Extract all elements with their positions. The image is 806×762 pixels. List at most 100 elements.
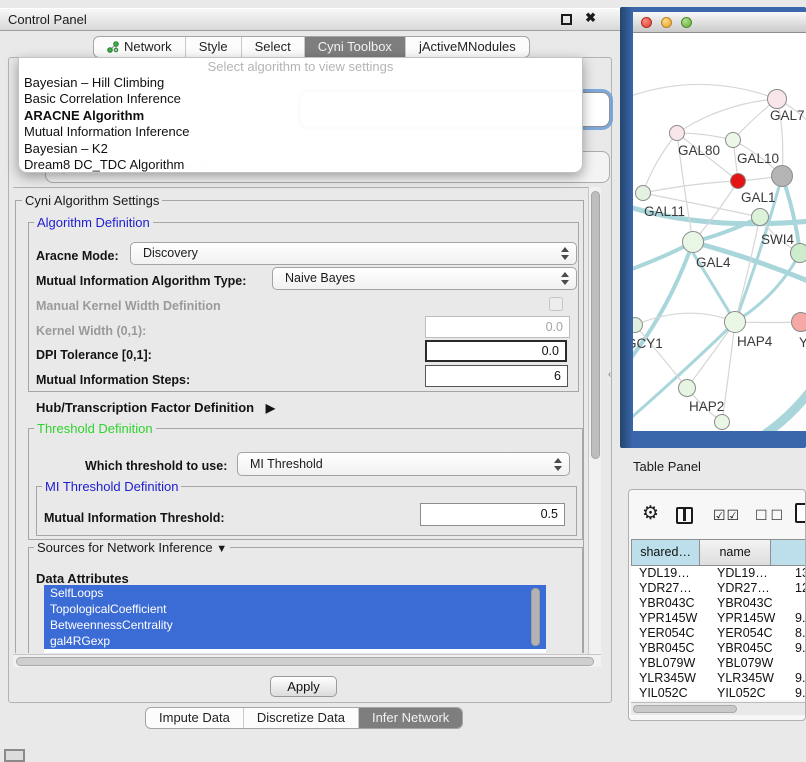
apply-button[interactable]: Apply bbox=[270, 676, 337, 697]
network-node[interactable] bbox=[751, 208, 769, 226]
network-node[interactable] bbox=[714, 414, 730, 430]
mi-type-value: Naive Bayes bbox=[285, 271, 355, 285]
node-label-gal7: GAL7 bbox=[770, 108, 805, 123]
network-node[interactable] bbox=[678, 379, 696, 397]
which-threshold-label: Which threshold to use: bbox=[85, 459, 227, 473]
network-node[interactable] bbox=[730, 173, 746, 189]
algorithm-option-aracne-algorithm[interactable]: ARACNE Algorithm bbox=[19, 108, 582, 124]
table-horizontal-scrollbar[interactable] bbox=[631, 702, 805, 715]
column-header-extra[interactable] bbox=[771, 539, 806, 566]
network-node[interactable] bbox=[791, 312, 806, 332]
tab-infer-network[interactable]: Infer Network bbox=[358, 708, 462, 728]
network-node[interactable] bbox=[724, 311, 746, 333]
algorithm-option-dream8-dc-tdc-algorithm[interactable]: Dream8 DC_TDC Algorithm bbox=[19, 157, 582, 173]
cell: YLR345W bbox=[639, 671, 705, 686]
table-row[interactable]: YPR145WYPR145W9. bbox=[631, 611, 806, 626]
tab-label: Infer Network bbox=[372, 708, 449, 728]
cell: YBR045C bbox=[717, 641, 783, 656]
table-panel: ⚙ ☑☑ ☐☐ shared…name YDL19…YDL19…13YDR27…… bbox=[628, 489, 806, 721]
table-row[interactable]: YER054CYER054C8. bbox=[631, 626, 806, 641]
algorithm-option-basic-correlation-inference[interactable]: Basic Correlation Inference bbox=[19, 91, 582, 107]
attribute-list-scrollbar[interactable] bbox=[531, 588, 540, 646]
cell: 9. bbox=[795, 671, 806, 686]
node-label-gal80: GAL80 bbox=[678, 143, 720, 158]
network-node[interactable] bbox=[725, 132, 741, 148]
which-threshold-select[interactable]: MI Threshold bbox=[237, 452, 570, 476]
tab-select[interactable]: Select bbox=[241, 37, 304, 57]
vertical-scrollbar-thumb[interactable] bbox=[591, 191, 600, 459]
import-table-icon[interactable] bbox=[795, 503, 806, 523]
table-row[interactable]: YDL19…YDL19…13 bbox=[631, 566, 806, 581]
node-label-swi4: SWI4 bbox=[761, 232, 794, 247]
kernel-width-label: Kernel Width (0,1): bbox=[36, 324, 146, 338]
control-panel-titlebar: Control Panel ✖ bbox=[0, 8, 620, 31]
table-row[interactable]: YBL079WYBL079W bbox=[631, 656, 806, 671]
node-label-gal11: GAL11 bbox=[644, 204, 685, 219]
network-node[interactable] bbox=[682, 231, 704, 253]
algorithm-option-bayesian-hill-climbing[interactable]: Bayesian – Hill Climbing bbox=[19, 75, 582, 91]
aracne-mode-select[interactable]: Discovery bbox=[130, 242, 577, 265]
table-row[interactable]: YIL052CYIL052C9. bbox=[631, 686, 806, 700]
network-node[interactable] bbox=[771, 165, 793, 187]
minimize-traffic-light[interactable] bbox=[661, 17, 672, 28]
expand-right-icon[interactable]: ▶ bbox=[266, 401, 275, 415]
table-header: shared…name bbox=[631, 539, 806, 566]
hub-definition-toggle[interactable]: Hub/Transcription Factor Definition ▶ bbox=[36, 400, 275, 415]
tab-discretize-data[interactable]: Discretize Data bbox=[243, 708, 358, 728]
network-window-titlebar[interactable] bbox=[633, 12, 806, 33]
cell: YBL079W bbox=[717, 656, 783, 671]
mi-threshold-field[interactable]: 0.5 bbox=[420, 503, 565, 526]
table-row[interactable]: YBR043C YBR043C bbox=[631, 596, 806, 611]
tab-label: jActiveMNodules bbox=[419, 37, 516, 57]
column-layout-icon[interactable] bbox=[676, 507, 693, 524]
tab-label: Network bbox=[124, 37, 172, 57]
deselect-all-checkboxes-icon[interactable]: ☐☐ bbox=[755, 507, 786, 524]
close-traffic-light[interactable] bbox=[641, 17, 652, 28]
column-header-shared[interactable]: shared… bbox=[631, 539, 700, 566]
expand-down-icon[interactable]: ▼ bbox=[216, 543, 227, 555]
tab-impute-data[interactable]: Impute Data bbox=[146, 708, 243, 728]
cell: YPR145W bbox=[639, 611, 705, 626]
network-view[interactable]: GAL7GAL80GAL10GAL1GAL11SWI4GAL4GCY1HAP4Y… bbox=[633, 33, 806, 431]
table-row[interactable]: YBR045CYBR045C9. bbox=[631, 641, 806, 656]
mi-steps-field[interactable]: 6 bbox=[425, 365, 568, 387]
horizontal-scrollbar-thumb[interactable] bbox=[16, 657, 594, 666]
zoom-traffic-light[interactable] bbox=[681, 17, 692, 28]
network-node[interactable] bbox=[669, 125, 685, 141]
algorithm-option-mutual-information-inference[interactable]: Mutual Information Inference bbox=[19, 124, 582, 140]
tab-cyni-toolbox[interactable]: Cyni Toolbox bbox=[304, 37, 405, 57]
sources-group-title[interactable]: Sources for Network Inference ▼ bbox=[34, 540, 230, 555]
tab-network[interactable]: Network bbox=[94, 37, 185, 57]
mi-algorithm-type-select[interactable]: Naive Bayes bbox=[272, 267, 577, 290]
table-row[interactable]: YLR345WYLR345W9. bbox=[631, 671, 806, 686]
node-label-hap4: HAP4 bbox=[737, 334, 772, 349]
cyni-algorithm-settings-title: Cyni Algorithm Settings bbox=[22, 193, 162, 208]
column-header-name[interactable]: name bbox=[700, 539, 771, 566]
minimized-panel-icon[interactable] bbox=[4, 749, 25, 762]
attribute-item-gal4rgexp[interactable]: gal4RGexp bbox=[44, 633, 546, 649]
kernel-width-field[interactable]: 0.0 bbox=[425, 316, 570, 338]
cell: YBR043C bbox=[717, 596, 783, 611]
table-scrollbar-thumb[interactable] bbox=[633, 705, 737, 713]
attribute-item-betweennesscentrality[interactable]: BetweennessCentrality bbox=[44, 617, 546, 633]
attribute-item-topologicalcoefficient[interactable]: TopologicalCoefficient bbox=[44, 601, 546, 617]
cell: 12 bbox=[795, 581, 806, 596]
dpi-tolerance-field[interactable]: 0.0 bbox=[425, 340, 567, 362]
algorithm-option-bayesian-k2[interactable]: Bayesian – K2 bbox=[19, 141, 582, 157]
tab-style[interactable]: Style bbox=[185, 37, 241, 57]
gear-icon[interactable]: ⚙ bbox=[642, 504, 659, 523]
manual-kernel-checkbox[interactable] bbox=[549, 297, 563, 311]
float-window-icon[interactable] bbox=[561, 14, 572, 25]
attribute-item-selfloops[interactable]: SelfLoops bbox=[44, 585, 546, 601]
table-row[interactable]: YDR27…YDR27…12 bbox=[631, 581, 806, 596]
select-all-checkboxes-icon[interactable]: ☑☑ bbox=[713, 507, 740, 524]
tab-jactivemnodules[interactable]: jActiveMNodules bbox=[405, 37, 529, 57]
network-node[interactable] bbox=[767, 89, 787, 109]
cell: YBR043C bbox=[639, 596, 705, 611]
split-pane-grip[interactable]: ‹ bbox=[608, 369, 611, 380]
settings-vertical-scrollbar[interactable] bbox=[588, 187, 601, 654]
close-icon[interactable]: ✖ bbox=[585, 10, 596, 26]
network-node[interactable] bbox=[635, 185, 651, 201]
cell: 13 bbox=[795, 566, 806, 581]
settings-horizontal-scrollbar[interactable] bbox=[13, 654, 601, 667]
